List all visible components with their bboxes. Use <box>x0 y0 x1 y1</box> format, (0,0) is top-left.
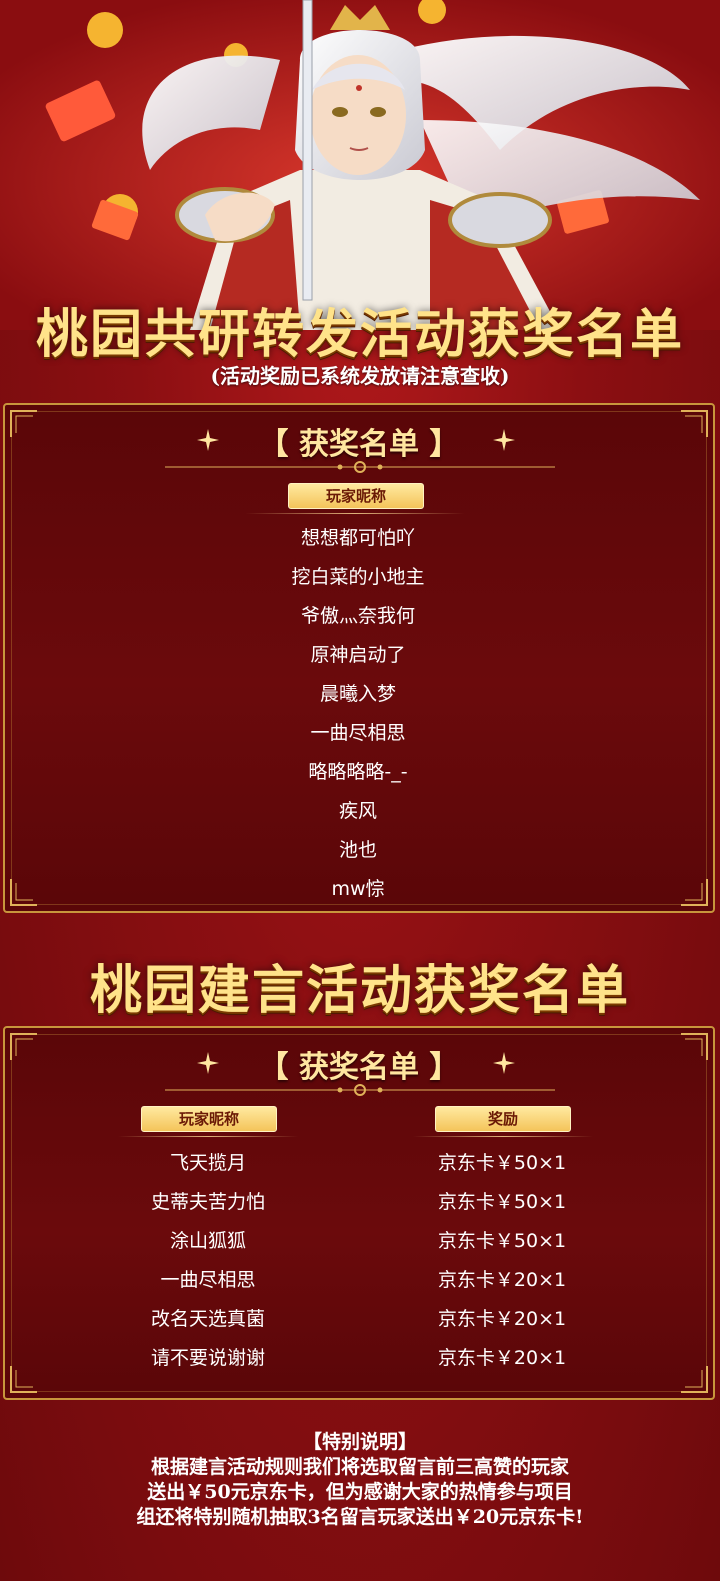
corner-ornament-icon <box>679 1364 709 1394</box>
table-row-player: 请不要说谢谢 <box>150 1347 265 1369</box>
header-underline <box>118 1136 298 1137</box>
coin-icon <box>87 12 123 48</box>
winner-name: 疾风 <box>338 800 377 822</box>
table-row-player: 改名天选真菌 <box>150 1308 265 1330</box>
winners-heading: 【 获奖名单 】 <box>258 427 460 462</box>
winner-name: 晨曦入梦 <box>319 683 396 705</box>
winners-panel-2: 【 获奖名单 】 玩家昵称 奖励 飞天揽月 京东卡￥50×1 史蒂夫苦力怕 京东卡￥5… <box>3 1026 715 1400</box>
winner-name: mw悰 <box>331 878 385 900</box>
page-subtitle: (活动奖励已系统发放请注意查收) <box>210 364 510 388</box>
table-row-player: 飞天揽月 <box>169 1152 246 1174</box>
winner-name: 原神启动了 <box>310 644 406 666</box>
winner-name: 爷傲灬奈我何 <box>300 605 415 627</box>
hero-banner: 桃园共研转发活动获奖名单 (活动奖励已系统发放请注意查收) <box>0 0 720 400</box>
corner-ornament-icon <box>9 877 39 907</box>
note-title: 【特别说明】 <box>302 1431 417 1453</box>
table-row-reward: 京东卡￥20×1 <box>437 1269 567 1291</box>
hero-illustration <box>0 0 720 330</box>
divider-ornament <box>165 461 555 473</box>
table-row-reward: 京东卡￥50×1 <box>437 1191 567 1213</box>
column-header-reward: 奖励 <box>435 1106 571 1132</box>
winner-name: 挖白菜的小地主 <box>291 566 425 588</box>
page: 桃园共研转发活动获奖名单 (活动奖励已系统发放请注意查收) 【 获奖名单 】 玩… <box>0 0 720 1581</box>
winners-panel-1: 【 获奖名单 】 玩家昵称 想想都可怕吖 挖白菜的小地主 爷傲灬奈我何 原神启动了晨曦… <box>3 403 715 913</box>
table-row-reward: 京东卡￥20×1 <box>437 1308 567 1330</box>
note-line: 送出￥50元京东卡，但为感谢大家的热情参与项目 <box>147 1481 573 1503</box>
page-title: 桃园共研转发活动获奖名单 <box>35 305 684 365</box>
table-row-reward: 京东卡￥50×1 <box>437 1152 567 1174</box>
winner-name: 想想都可怕吖 <box>300 527 415 549</box>
column-header-player: 玩家昵称 <box>141 1106 277 1132</box>
corner-ornament-icon <box>9 1364 39 1394</box>
table-row-player: 史蒂夫苦力怕 <box>150 1191 265 1213</box>
winner-name: 一曲尽相思 <box>310 722 406 744</box>
table-row-player: 涂山狐狐 <box>169 1230 246 1252</box>
corner-ornament-icon <box>679 877 709 907</box>
table-row-reward: 京东卡￥20×1 <box>437 1347 567 1369</box>
header-underline <box>413 1136 593 1137</box>
winners-heading: 【 获奖名单 】 <box>258 1050 460 1085</box>
section2-title: 桃园建言活动获奖名单 <box>89 961 630 1021</box>
winner-name: 略略略略-_- <box>308 761 408 783</box>
divider-ornament <box>165 1084 555 1096</box>
table-row-player: 一曲尽相思 <box>160 1269 256 1291</box>
note-line: 根据建言活动规则我们将选取留言前三高赞的玩家 <box>150 1456 569 1478</box>
table-row-reward: 京东卡￥50×1 <box>437 1230 567 1252</box>
winner-name: 池也 <box>338 839 377 861</box>
column-header-player: 玩家昵称 <box>288 483 424 509</box>
header-underline <box>245 513 465 514</box>
note-line: 组还将特别随机抽取3名留言玩家送出￥20元京东卡! <box>136 1506 584 1528</box>
